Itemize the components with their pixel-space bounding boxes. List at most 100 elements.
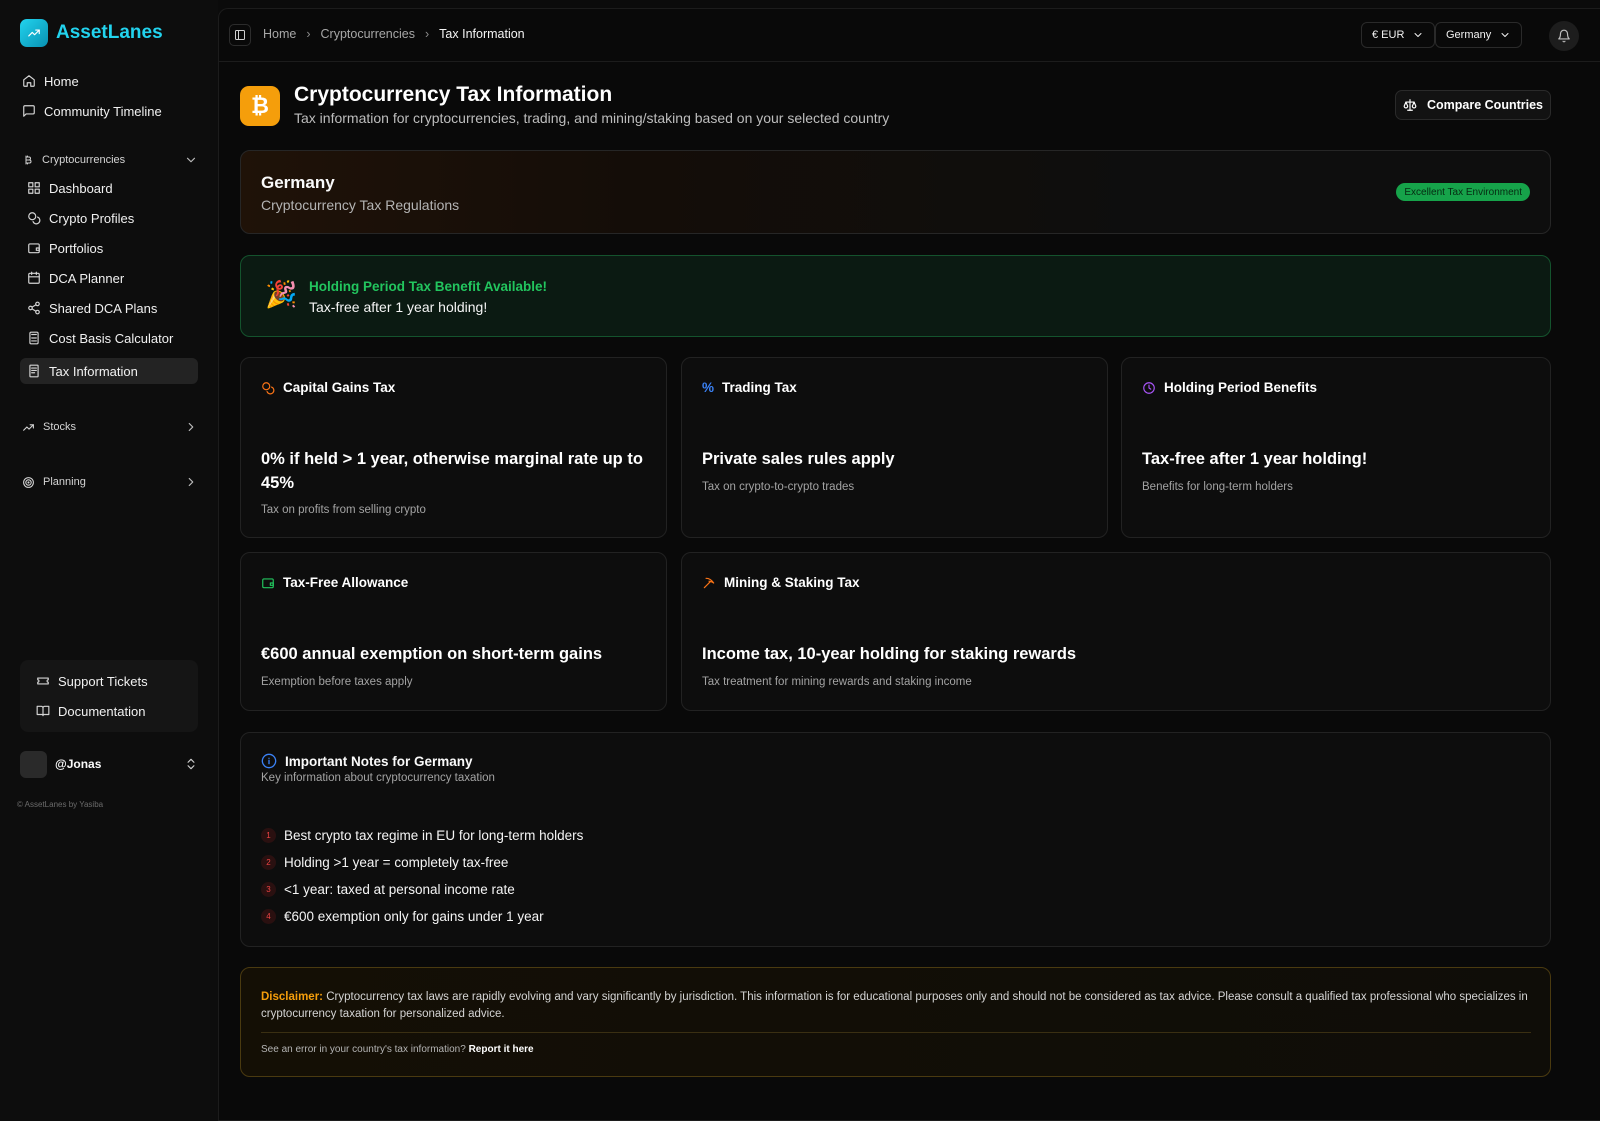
- country-card: Germany Cryptocurrency Tax Regulations E…: [240, 150, 1551, 234]
- sidebar-item-community-timeline[interactable]: Community Timeline: [20, 98, 198, 124]
- wallet-icon: [262, 577, 274, 588]
- copyright: © AssetLanes by Yasiba: [17, 800, 104, 809]
- sidebar-toggle-button[interactable]: [229, 24, 251, 46]
- sidebar-item-label: Dashboard: [49, 180, 113, 196]
- app-logo[interactable]: AssetLanes: [20, 19, 163, 47]
- breadcrumb-cryptocurrencies[interactable]: Cryptocurrencies: [321, 27, 415, 41]
- sidebar: AssetLanes Home Community Timeline Crypt…: [0, 0, 218, 1121]
- section-label: Stocks: [43, 421, 77, 433]
- report-error-link[interactable]: Report it here: [469, 1044, 534, 1055]
- notes-title: Important Notes for Germany: [285, 753, 473, 769]
- capital-gains-card: Capital Gains Tax 0% if held > 1 year, o…: [240, 357, 667, 538]
- sidebar-item-tax-information[interactable]: Tax Information: [20, 358, 198, 384]
- tax-free-allowance-card: Tax-Free Allowance €600 annual exemption…: [240, 552, 667, 711]
- sidebar-item-support-tickets[interactable]: Support Tickets: [34, 668, 194, 694]
- sidebar-item-label: Shared DCA Plans: [49, 300, 158, 316]
- sidebar-item-crypto-profiles[interactable]: Crypto Profiles: [20, 205, 198, 231]
- list-item: 1 Best crypto tax regime in EU for long-…: [261, 828, 583, 843]
- note-number: 4: [261, 909, 276, 924]
- note-number: 1: [261, 828, 276, 843]
- page-subtitle: Tax information for cryptocurrencies, tr…: [294, 110, 890, 126]
- disclaimer-label: Disclaimer:: [261, 991, 324, 1003]
- breadcrumb-home[interactable]: Home: [263, 27, 296, 41]
- sidebar-item-dashboard[interactable]: Dashboard: [20, 175, 198, 201]
- chevron-right-icon: [188, 422, 194, 432]
- benefit-text: Tax-free after 1 year holding!: [309, 299, 488, 315]
- sidebar-item-cost-basis-calculator[interactable]: Cost Basis Calculator: [20, 325, 198, 351]
- message-square-icon: [23, 105, 35, 117]
- list-item: 2 Holding >1 year = completely tax-free: [261, 855, 508, 870]
- sidebar-item-home[interactable]: Home: [20, 68, 198, 94]
- sidebar-item-label: Home: [44, 73, 79, 89]
- sidebar-section-stocks[interactable]: Stocks: [20, 416, 198, 438]
- home-icon: [23, 75, 35, 87]
- currency-select[interactable]: € EUR: [1361, 22, 1436, 48]
- chevron-down-icon: [186, 157, 196, 163]
- sidebar-item-portfolios[interactable]: Portfolios: [20, 235, 198, 261]
- sidebar-item-label: Community Timeline: [44, 103, 162, 119]
- disclaimer-footer: See an error in your country's tax infor…: [261, 1044, 534, 1055]
- important-notes-card: Important Notes for Germany Key informat…: [240, 732, 1551, 947]
- sidebar-section-planning[interactable]: Planning: [20, 471, 198, 493]
- card-value: Income tax, 10-year holding for staking …: [702, 645, 1077, 663]
- info-icon: [261, 753, 277, 769]
- disclaimer-box: Disclaimer: Cryptocurrency tax laws are …: [240, 967, 1551, 1077]
- share-icon: [28, 301, 40, 315]
- chevron-down-icon: [1501, 33, 1509, 37]
- card-title: Tax-Free Allowance: [283, 575, 409, 590]
- support-links: Support Tickets Documentation: [20, 660, 198, 732]
- calculator-icon: [29, 331, 39, 345]
- clock-icon: [1143, 381, 1155, 394]
- notes-subtitle: Key information about cryptocurrency tax…: [261, 772, 495, 784]
- page-title: Cryptocurrency Tax Information: [294, 83, 613, 106]
- trading-tax-card: % Trading Tax Private sales rules apply …: [681, 357, 1108, 538]
- compare-countries-button[interactable]: Compare Countries: [1395, 90, 1551, 120]
- country-select[interactable]: Germany: [1435, 22, 1523, 48]
- list-item: 4 €600 exemption only for gains under 1 …: [261, 909, 544, 924]
- ticket-icon: [37, 677, 49, 685]
- card-title: Trading Tax: [722, 380, 797, 395]
- notifications-button[interactable]: [1549, 21, 1579, 51]
- section-label: Planning: [43, 476, 86, 488]
- target-icon: [23, 476, 34, 488]
- card-description: Tax on profits from selling crypto: [261, 504, 426, 516]
- trending-up-icon: [23, 423, 34, 431]
- country-name: Germany: [261, 173, 335, 192]
- note-text: <1 year: taxed at personal income rate: [284, 882, 515, 897]
- coins-icon: [28, 212, 41, 225]
- chevron-down-icon: [1414, 33, 1422, 37]
- card-value: €600 annual exemption on short-term gain…: [261, 645, 603, 663]
- sidebar-item-documentation[interactable]: Documentation: [34, 698, 194, 724]
- list-item: 3 <1 year: taxed at personal income rate: [261, 882, 515, 897]
- percent-icon: %: [702, 380, 715, 395]
- topbar: Home › Cryptocurrencies › Tax Informatio…: [219, 9, 1600, 62]
- chevron-right-icon: ›: [425, 27, 430, 41]
- wallet-icon: [28, 243, 40, 254]
- status-badge: Excellent Tax Environment: [1396, 183, 1530, 201]
- panel-left-icon: [235, 30, 245, 40]
- sidebar-item-shared-dca-plans[interactable]: Shared DCA Plans: [20, 295, 198, 321]
- card-value: Private sales rules apply: [702, 450, 895, 468]
- sidebar-item-dca-planner[interactable]: DCA Planner: [20, 265, 198, 291]
- chevron-right-icon: ›: [306, 27, 311, 41]
- error-prompt: See an error in your country's tax infor…: [261, 1044, 466, 1055]
- chevron-right-icon: [188, 477, 194, 487]
- note-text: Holding >1 year = completely tax-free: [284, 855, 509, 870]
- disclaimer-text: Disclaimer: Cryptocurrency tax laws are …: [261, 989, 1531, 1023]
- pickaxe-icon: [703, 577, 715, 588]
- sidebar-section-cryptocurrencies[interactable]: Cryptocurrencies: [20, 149, 198, 171]
- holding-period-card: Holding Period Benefits Tax-free after 1…: [1121, 357, 1551, 538]
- card-title: Mining & Staking Tax: [724, 575, 860, 590]
- user-name: @Jonas: [55, 757, 102, 771]
- breadcrumb-current: Tax Information: [439, 27, 525, 41]
- note-number: 2: [261, 855, 276, 870]
- benefit-title: Holding Period Tax Benefit Available!: [309, 279, 548, 294]
- trend-up-icon: [20, 19, 48, 47]
- user-menu[interactable]: @Jonas: [20, 750, 198, 778]
- card-description: Benefits for long-term holders: [1142, 481, 1293, 493]
- currency-value: € EUR: [1372, 29, 1405, 41]
- bell-icon: [1558, 29, 1570, 43]
- book-icon: [36, 705, 50, 717]
- sidebar-item-label: Portfolios: [49, 240, 104, 256]
- bitcoin-icon: [25, 155, 32, 165]
